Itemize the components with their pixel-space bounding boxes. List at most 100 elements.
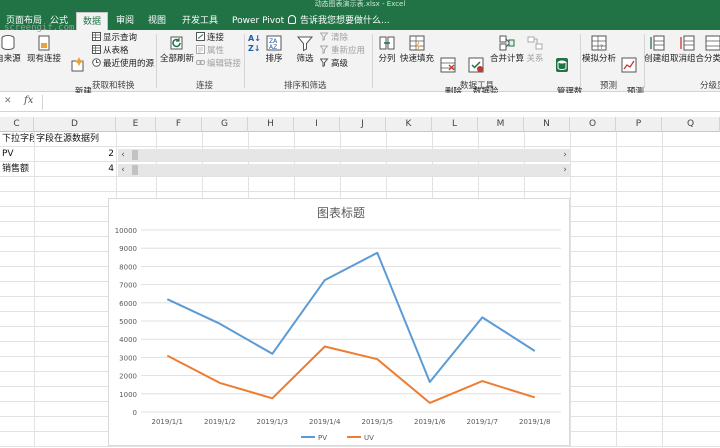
svg-text:AZ: AZ	[269, 44, 277, 51]
group-label-outline: 分级显	[700, 81, 720, 91]
window-title: 动态图表演示表.xlsx - Excel	[0, 0, 720, 8]
relationships-button[interactable]: 关系	[524, 34, 546, 65]
sort-icon: ZAAZ	[266, 35, 282, 51]
advanced-filter-button[interactable]: 高级	[320, 58, 348, 70]
y-tick-label: 9000	[119, 245, 137, 253]
filter-button[interactable]: 筛选	[292, 34, 318, 65]
cell-d2[interactable]: 2	[34, 147, 116, 162]
column-header-n[interactable]: N	[524, 117, 570, 132]
reapply-button[interactable]: 重新应用	[320, 45, 365, 57]
show-queries-button[interactable]: 显示查询	[92, 32, 137, 44]
funnel-refresh-icon	[320, 45, 329, 54]
connections-button[interactable]: 连接	[196, 32, 224, 44]
tab-view[interactable]: 视图	[142, 12, 172, 30]
group-label-sort-filter: 排序和筛选	[284, 81, 327, 91]
column-header-o[interactable]: O	[570, 117, 616, 132]
column-header-f[interactable]: F	[156, 117, 202, 132]
scrollbar-pv[interactable]: ‹ ›	[118, 149, 570, 161]
group-button[interactable]: 创建组	[644, 34, 670, 65]
scrollbar-thumb[interactable]	[132, 165, 138, 175]
sort-az-button[interactable]: A↓ Z↓	[248, 34, 261, 54]
consolidate-button[interactable]: 合并计算	[490, 34, 524, 65]
from-table-button[interactable]: 从表格	[92, 45, 129, 57]
what-if-icon: ?	[591, 35, 607, 51]
ribbon-separator	[372, 34, 373, 88]
properties-icon	[196, 45, 205, 54]
database-icon	[1, 35, 15, 51]
column-header-h[interactable]: H	[248, 117, 294, 132]
column-header-k[interactable]: K	[386, 117, 432, 132]
ribbon: 自来源 现有连接 新建 查询 显示查询 从表格 最近使用的源 获取和转换 全部刷…	[0, 30, 720, 108]
x-tick-label: 2019/1/1	[152, 418, 183, 426]
existing-connections-button[interactable]: 现有连接	[24, 34, 64, 65]
column-header-j[interactable]: J	[340, 117, 386, 132]
x-tick-label: 2019/1/7	[467, 418, 498, 426]
cell-c3[interactable]: 销售额	[0, 162, 34, 177]
scrollbar-sales[interactable]: ‹ ›	[118, 164, 570, 176]
flash-fill-button[interactable]: 快速填充	[400, 34, 434, 65]
x-tick-label: 2019/1/3	[257, 418, 288, 426]
scrollbar-thumb[interactable]	[132, 150, 138, 160]
column-header-q[interactable]: Q	[662, 117, 720, 132]
svg-text:?: ?	[600, 44, 603, 51]
sort-button[interactable]: ZA AZ 排序	[262, 34, 286, 65]
column-header-g[interactable]: G	[202, 117, 248, 132]
legend-entry: UV	[364, 434, 374, 442]
funnel-advanced-icon	[320, 58, 329, 67]
chevron-right-icon[interactable]: ›	[560, 164, 570, 176]
x-tick-label: 2019/1/8	[519, 418, 550, 426]
x-tick-label: 2019/1/2	[204, 418, 235, 426]
cancel-icon[interactable]: ✕	[4, 96, 12, 106]
x-tick-label: 2019/1/6	[414, 418, 446, 426]
column-header-p[interactable]: P	[616, 117, 662, 132]
edit-links-button[interactable]: 编辑链接	[196, 58, 241, 70]
tab-data[interactable]: 数据	[76, 12, 109, 30]
refresh-all-button[interactable]: 全部刷新	[160, 34, 194, 65]
column-header-d[interactable]: D	[34, 117, 116, 132]
split-columns-icon	[379, 36, 395, 50]
document-connection-icon	[38, 35, 50, 51]
table-icon	[92, 45, 101, 54]
cell-c1[interactable]: 下拉字段	[0, 132, 34, 147]
new-query-icon	[71, 57, 84, 72]
column-header-c[interactable]: C	[0, 117, 34, 132]
column-header-i[interactable]: I	[294, 117, 340, 132]
clear-filter-button[interactable]: 清除	[320, 32, 348, 44]
ribbon-separator	[156, 34, 157, 88]
group-label-forecast: 预测	[600, 81, 618, 91]
tab-power-pivot[interactable]: Power Pivot	[226, 12, 290, 30]
table-row	[0, 177, 720, 192]
from-source-button[interactable]: 自来源	[0, 34, 22, 65]
funnel-clear-icon	[320, 32, 329, 41]
column-header-l[interactable]: L	[432, 117, 478, 132]
tell-me-search[interactable]: 告诉我您想要做什么...	[288, 12, 390, 30]
y-tick-label: 0	[133, 409, 137, 417]
chevron-left-icon[interactable]: ‹	[118, 164, 128, 176]
consolidate-icon	[499, 35, 515, 51]
tab-developer[interactable]: 开发工具	[176, 12, 224, 30]
ungroup-button[interactable]: 取消组合	[670, 34, 704, 65]
subtotal-button[interactable]: 分类	[704, 34, 720, 65]
tab-review[interactable]: 审阅	[110, 12, 140, 30]
table-icon	[92, 32, 101, 41]
cell-d1[interactable]: 字段在源数据列	[34, 132, 116, 147]
column-header-e[interactable]: E	[116, 117, 156, 132]
lightbulb-icon	[288, 15, 296, 24]
what-if-analysis-button[interactable]: ? 模拟分析	[582, 34, 616, 65]
insert-function-button[interactable]: fx	[24, 95, 33, 106]
chevron-right-icon[interactable]: ›	[560, 149, 570, 161]
ungroup-rows-icon	[680, 35, 695, 51]
text-to-columns-button[interactable]: 分列	[376, 34, 398, 65]
recent-sources-button[interactable]: 最近使用的源	[92, 58, 154, 70]
cell-c2[interactable]: PV	[0, 147, 34, 162]
refresh-icon	[170, 36, 183, 50]
chevron-left-icon[interactable]: ‹	[118, 149, 128, 161]
column-header-m[interactable]: M	[478, 117, 524, 132]
forecast-chart-icon	[621, 57, 637, 73]
cell-d3[interactable]: 4	[34, 162, 116, 177]
y-tick-label: 2000	[119, 373, 137, 381]
properties-button[interactable]: 属性	[196, 45, 224, 57]
line-chart[interactable]: 图表标题 0 1000 2000 3000 4000 5000 6000 7000 8000 900…	[108, 198, 570, 446]
formula-input[interactable]	[42, 95, 718, 110]
group-label-get-transform: 获取和转换	[92, 81, 135, 91]
